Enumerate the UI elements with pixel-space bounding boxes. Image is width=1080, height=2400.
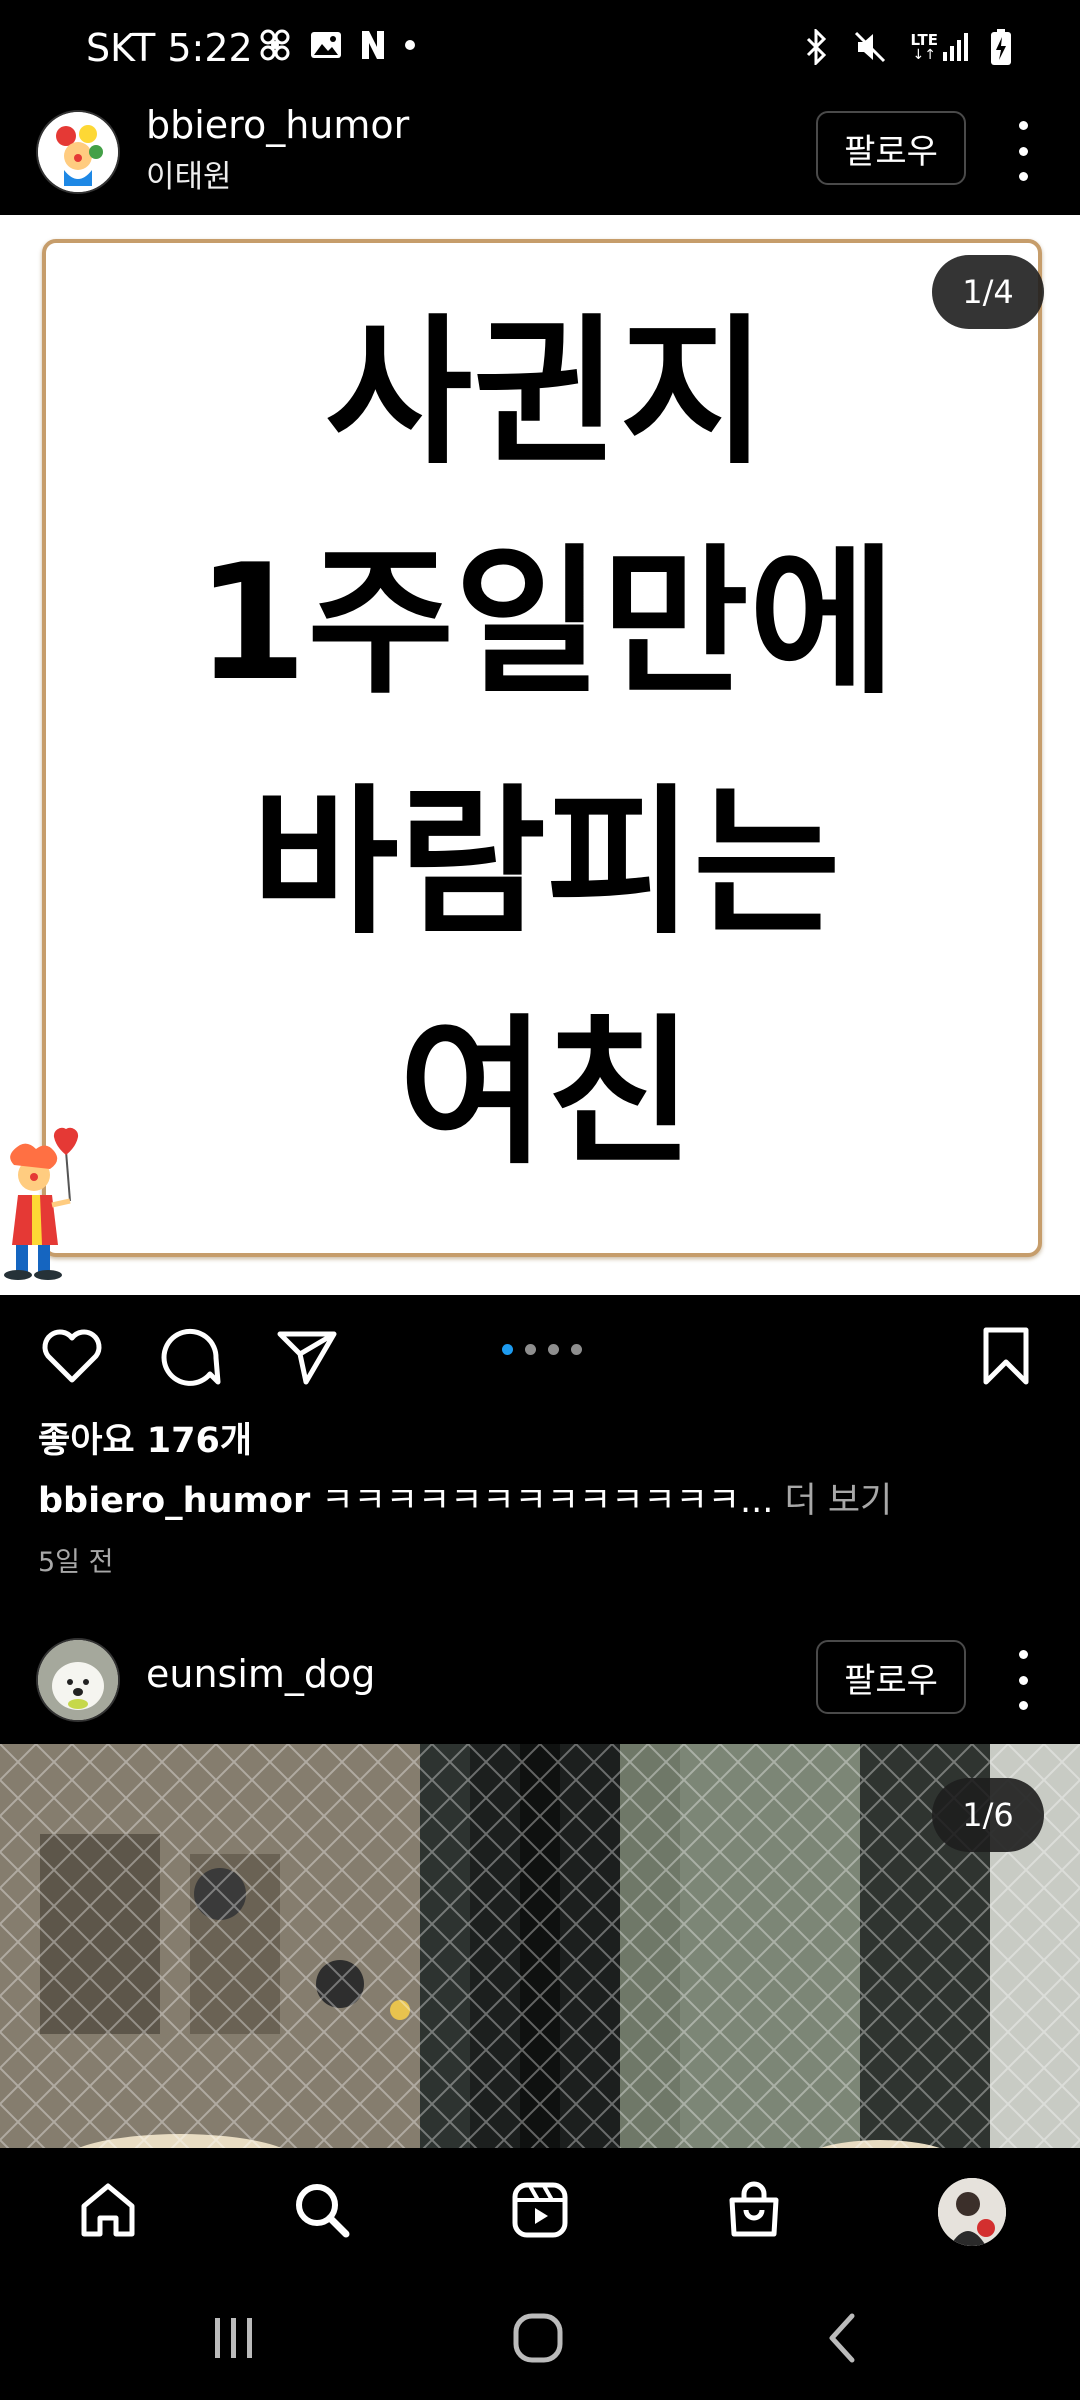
avatar[interactable] [36,1638,120,1722]
text-card: 사귄지 1주일만에 바람피는 여친 [42,239,1042,1257]
lte-signal-icon: LTE ↓↑ [910,32,968,62]
card-text-line: 1주일만에 [195,529,897,716]
image-counter: 1/6 [932,1778,1044,1852]
status-time: SKT 5:22 [86,26,253,70]
avatar[interactable] [36,110,120,194]
more-options-button[interactable] [1008,121,1038,181]
follow-button[interactable]: 팔로우 [816,111,966,185]
n-app-icon [362,31,384,59]
carousel-dot [502,1344,513,1355]
caption-text: ㅋㅋㅋㅋㅋㅋㅋㅋㅋㅋㅋㅋㅋ... [310,1481,774,1521]
card-text-line: 여친 [398,999,694,1186]
home-icon[interactable] [76,2178,140,2242]
dot-icon [405,40,415,50]
caption: bbiero_humor ㅋㅋㅋㅋㅋㅋㅋㅋㅋㅋㅋㅋㅋ... 더 보기 [38,1472,892,1523]
status-bar: SKT 5:22 LTE ↓↑ [0,0,1080,105]
comment-icon[interactable] [158,1326,222,1388]
profile-avatar[interactable] [938,2178,1006,2246]
battery-charging-icon [991,29,1011,65]
post-location[interactable]: 이태원 [146,151,232,196]
shop-icon[interactable] [722,2178,786,2242]
bottom-navigation [0,2148,1080,2268]
bookmark-icon[interactable] [980,1326,1032,1386]
search-icon[interactable] [290,2178,354,2242]
heart-icon[interactable] [40,1326,104,1386]
carousel-dot [571,1344,582,1355]
more-link[interactable]: 더 보기 [773,1481,893,1521]
home-circle-icon[interactable] [508,2308,568,2368]
more-options-button[interactable] [1008,1650,1038,1710]
recent-apps-icon[interactable] [204,2308,264,2368]
clown-sticker-icon [4,1127,79,1280]
caption-username[interactable]: bbiero_humor [38,1481,310,1521]
carousel-dot [548,1344,559,1355]
system-navigation [0,2268,1080,2400]
clown-avatar-icon [38,112,118,192]
image-counter: 1/4 [932,255,1044,329]
window-photo [0,1744,1080,2148]
pinwheel-icon [260,29,290,61]
post-username[interactable]: bbiero_humor [146,103,409,147]
likes-count[interactable]: 좋아요 176개 [38,1412,252,1463]
post-header: eunsim_dog 팔로우 [0,1624,1080,1734]
mute-icon [855,31,886,63]
post-date: 5일 전 [38,1547,114,1578]
reels-icon[interactable] [508,2178,572,2242]
post-image[interactable]: 1/6 [0,1744,1080,2148]
carousel-indicator [502,1344,582,1355]
card-text-line: 바람피는 [251,769,841,956]
follow-button[interactable]: 팔로우 [816,1640,966,1714]
post-username[interactable]: eunsim_dog [146,1652,375,1696]
status-left-icons [258,28,416,62]
lte-label: LTE [910,31,938,49]
bluetooth-icon [807,29,827,65]
post-image[interactable]: 사귄지 1주일만에 바람피는 여친 1/4 [0,215,1080,1295]
dog-avatar-icon [38,1640,118,1720]
post-header: bbiero_humor 이태원 팔로우 [0,103,1080,215]
status-right-icons: LTE ↓↑ [802,28,1012,66]
gallery-icon [311,32,341,58]
share-icon[interactable] [276,1328,338,1386]
carousel-dot [525,1344,536,1355]
card-text-line: 사귄지 [325,299,767,486]
back-icon[interactable] [812,2308,872,2368]
post-action-bar [0,1296,1080,1416]
